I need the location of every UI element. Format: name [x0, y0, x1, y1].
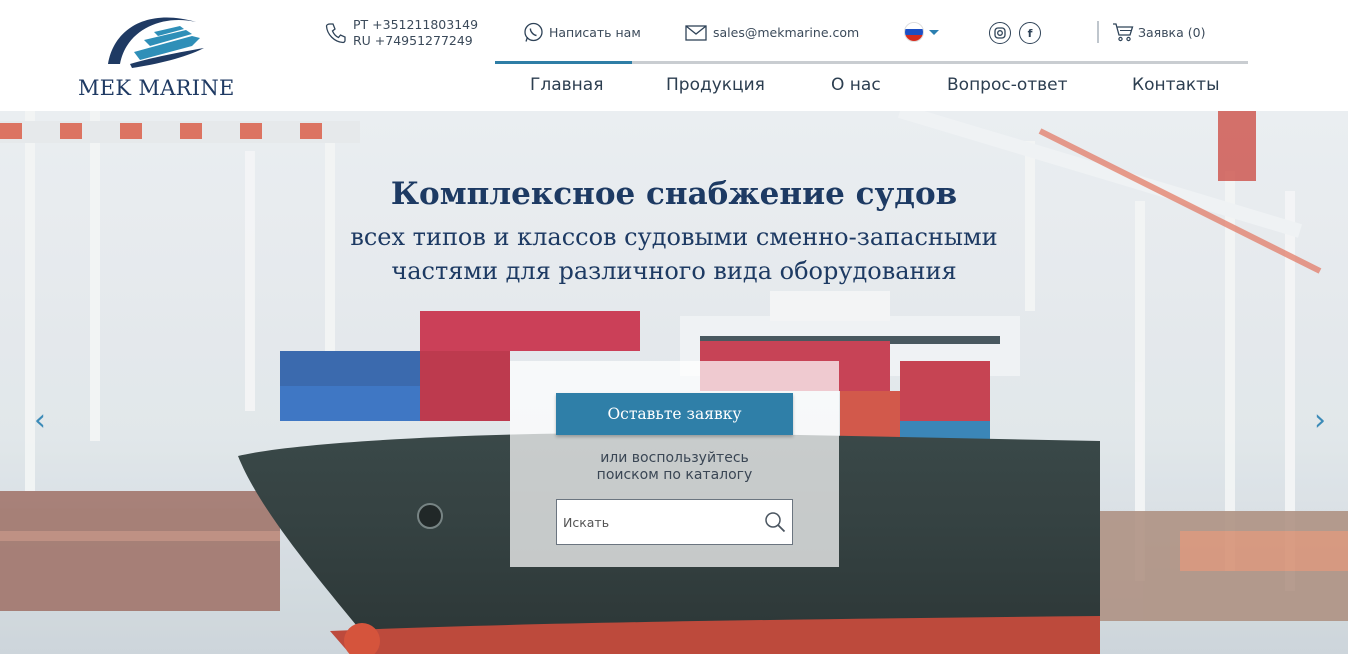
language-dropdown-caret-icon[interactable]	[929, 30, 939, 35]
phone-ru[interactable]: RU +74951277249	[353, 33, 478, 49]
nav-item-products[interactable]: Продукция	[666, 75, 765, 95]
request-panel: Оставьте заявку или воспользуйтесь поиск…	[510, 361, 839, 567]
or-text-line-2: поиском по каталогу	[596, 467, 753, 483]
nav-item-faq[interactable]: Вопрос-ответ	[947, 75, 1068, 95]
phone-pt[interactable]: PT +351211803149	[353, 17, 478, 33]
ship-logo-icon	[108, 17, 204, 68]
nav-item-about[interactable]: О нас	[831, 75, 881, 95]
facebook-glyph: f	[1027, 26, 1033, 40]
cart-link[interactable]: Заявка (0)	[1138, 25, 1205, 40]
nav-item-home[interactable]: Главная	[530, 75, 603, 95]
cart-icon[interactable]	[1112, 22, 1134, 42]
write-us-link[interactable]: Написать нам	[549, 25, 641, 40]
or-text-line-1: или воспользуйтесь	[600, 450, 749, 466]
search-input[interactable]	[563, 512, 753, 532]
phone-icon	[325, 23, 346, 44]
slider-prev-arrow-icon[interactable]: ‹	[34, 403, 46, 438]
instagram-icon[interactable]	[989, 22, 1011, 44]
nav-active-indicator	[495, 61, 632, 64]
logo[interactable]: MEK MARINE	[78, 6, 235, 100]
phone-numbers[interactable]: PT +351211803149 RU +74951277249	[353, 17, 478, 49]
search-icon[interactable]	[764, 511, 786, 533]
header-divider	[1097, 21, 1099, 43]
email-link[interactable]: sales@mekmarine.com	[713, 25, 859, 40]
hero-slider: Комплексное снабжение судов всех типов и…	[0, 111, 1348, 654]
nav-item-contacts[interactable]: Контакты	[1132, 75, 1220, 95]
mail-icon[interactable]	[685, 25, 707, 41]
main-nav: Главная Продукция О нас Вопрос-ответ Кон…	[495, 61, 1248, 109]
logo-text: MEK MARINE	[78, 76, 235, 100]
instagram-glyph-icon	[994, 27, 1006, 39]
site-header: MEK MARINE PT +351211803149 RU +74951277…	[0, 0, 1348, 111]
hero-subtitle-line-1: всех типов и классов судовыми сменно-зап…	[350, 223, 998, 251]
whatsapp-icon[interactable]	[523, 22, 544, 43]
facebook-icon[interactable]: f	[1019, 22, 1041, 44]
catalog-search-box	[556, 499, 793, 545]
slider-next-arrow-icon[interactable]: ›	[1314, 403, 1326, 438]
hero-subtitle-line-2: частями для различного вида оборудования	[391, 257, 957, 285]
leave-request-button[interactable]: Оставьте заявку	[556, 393, 793, 435]
hero-title: Комплексное снабжение судов	[390, 176, 958, 212]
language-flag-ru[interactable]	[904, 22, 924, 42]
